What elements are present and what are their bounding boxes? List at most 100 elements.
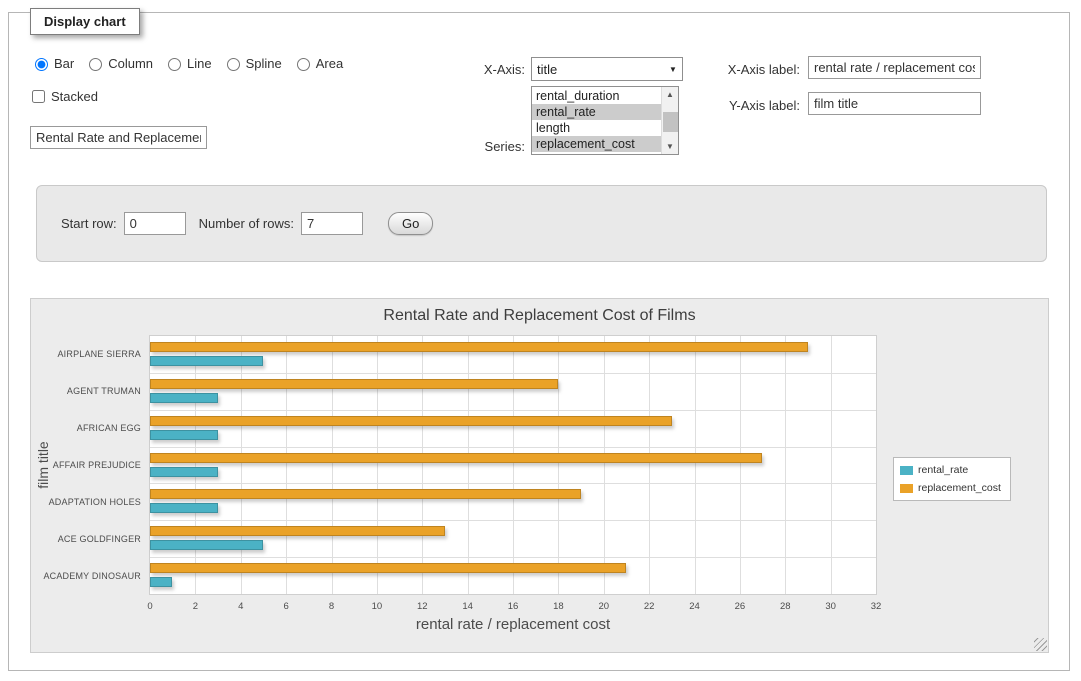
stacked-checkbox[interactable] <box>32 90 45 103</box>
line-radio[interactable] <box>168 58 181 71</box>
x-tick-label: 12 <box>407 601 437 612</box>
gridline-vertical <box>513 336 514 594</box>
gridline-horizontal <box>150 410 876 411</box>
series-options: rental_duration rental_rate length repla… <box>532 87 661 154</box>
stacked-checkbox-option[interactable]: Stacked <box>28 87 98 106</box>
chart-legend: rental_rate replacement_cost <box>893 457 1011 501</box>
legend-swatch <box>900 484 913 493</box>
series-listbox-label: Series: <box>440 139 525 154</box>
xaxis-select[interactable]: title ▼ <box>531 57 683 81</box>
area-radio-label: Area <box>316 56 343 71</box>
page: Display chart Bar Column Line Spline Are… <box>0 0 1081 681</box>
bar-replacement_cost <box>150 416 672 426</box>
bar-radio[interactable] <box>35 58 48 71</box>
gridline-vertical <box>468 336 469 594</box>
column-radio-label: Column <box>108 56 153 71</box>
bar-rental_rate <box>150 356 263 366</box>
x-tick-label: 8 <box>317 601 347 612</box>
spline-radio[interactable] <box>227 58 240 71</box>
bar-rental_rate <box>150 540 263 550</box>
x-tick-label: 30 <box>816 601 846 612</box>
bar-rental_rate <box>150 577 172 587</box>
column-radio[interactable] <box>89 58 102 71</box>
gridline-horizontal <box>150 483 876 484</box>
series-option[interactable]: rental_duration <box>532 88 661 104</box>
gridline-vertical <box>785 336 786 594</box>
bar-rental_rate <box>150 467 218 477</box>
bar-rental_rate <box>150 393 218 403</box>
scroll-up-icon[interactable]: ▲ <box>662 87 678 102</box>
x-tick-label: 0 <box>135 601 165 612</box>
number-of-rows-label: Number of rows: <box>199 216 294 231</box>
gridline-horizontal <box>150 447 876 448</box>
x-tick-label: 24 <box>680 601 710 612</box>
gridline-vertical <box>740 336 741 594</box>
series-option[interactable]: length <box>532 120 661 136</box>
scrollbar-thumb[interactable] <box>663 112 678 132</box>
gridline-vertical <box>195 336 196 594</box>
x-tick-label: 14 <box>453 601 483 612</box>
yaxis-label-field-label: Y-Axis label: <box>688 98 800 113</box>
spline-radio-option[interactable]: Spline <box>222 55 282 71</box>
bar-rental_rate <box>150 430 218 440</box>
y-tick-label: AIRPLANE SIERRA <box>31 349 141 359</box>
plot-area <box>149 335 877 595</box>
gridline-vertical <box>332 336 333 594</box>
number-of-rows-input[interactable] <box>301 212 363 235</box>
gridline-vertical <box>377 336 378 594</box>
legend-swatch <box>900 466 913 475</box>
column-radio-option[interactable]: Column <box>84 55 153 71</box>
x-tick-label: 22 <box>634 601 664 612</box>
start-row-input[interactable] <box>124 212 186 235</box>
series-scrollbar[interactable]: ▲ ▼ <box>661 87 678 154</box>
bar-replacement_cost <box>150 453 762 463</box>
legend-item: replacement_cost <box>900 482 1001 494</box>
gridline-vertical <box>241 336 242 594</box>
gridline-vertical <box>604 336 605 594</box>
bar-rental_rate <box>150 503 218 513</box>
gridline-vertical <box>649 336 650 594</box>
bar-replacement_cost <box>150 342 808 352</box>
x-tick-label: 10 <box>362 601 392 612</box>
yaxis-label-input[interactable] <box>808 92 981 115</box>
go-button[interactable]: Go <box>388 212 433 235</box>
stacked-option: Stacked <box>28 87 98 106</box>
series-option[interactable]: replacement_cost <box>532 136 661 152</box>
display-chart-legend: Display chart <box>30 8 140 35</box>
bar-replacement_cost <box>150 526 445 536</box>
x-tick-label: 4 <box>226 601 256 612</box>
line-radio-label: Line <box>187 56 212 71</box>
gridline-vertical <box>695 336 696 594</box>
bar-radio-option[interactable]: Bar <box>30 55 74 71</box>
stacked-label: Stacked <box>51 89 98 104</box>
bar-replacement_cost <box>150 489 581 499</box>
y-tick-label: ADAPTATION HOLES <box>31 497 141 507</box>
y-tick-label: AFFAIR PREJUDICE <box>31 460 141 470</box>
x-tick-label: 18 <box>543 601 573 612</box>
bar-radio-label: Bar <box>54 56 74 71</box>
legend-label: rental_rate <box>918 464 968 476</box>
x-tick-label: 16 <box>498 601 528 612</box>
gridline-vertical <box>831 336 832 594</box>
row-range-panel: Start row: Number of rows: Go <box>36 185 1047 262</box>
area-radio-option[interactable]: Area <box>292 55 343 71</box>
gridline-vertical <box>286 336 287 594</box>
start-row-label: Start row: <box>61 216 117 231</box>
spline-radio-label: Spline <box>246 56 282 71</box>
chart-title: Rental Rate and Replacement Cost of Film… <box>31 307 1048 325</box>
chart-type-options: Bar Column Line Spline Area <box>30 55 343 71</box>
line-radio-option[interactable]: Line <box>163 55 212 71</box>
series-option[interactable]: rental_rate <box>532 104 661 120</box>
xaxis-label-input[interactable] <box>808 56 981 79</box>
series-listbox[interactable]: rental_duration rental_rate length repla… <box>531 86 679 155</box>
bar-replacement_cost <box>150 563 626 573</box>
x-tick-label: 20 <box>589 601 619 612</box>
y-tick-label: AFRICAN EGG <box>31 423 141 433</box>
chart-title-input[interactable] <box>30 126 207 149</box>
scroll-down-icon[interactable]: ▼ <box>662 139 678 154</box>
y-tick-label: AGENT TRUMAN <box>31 386 141 396</box>
resize-grip[interactable] <box>1034 638 1047 651</box>
x-tick-label: 6 <box>271 601 301 612</box>
area-radio[interactable] <box>297 58 310 71</box>
gridline-horizontal <box>150 373 876 374</box>
